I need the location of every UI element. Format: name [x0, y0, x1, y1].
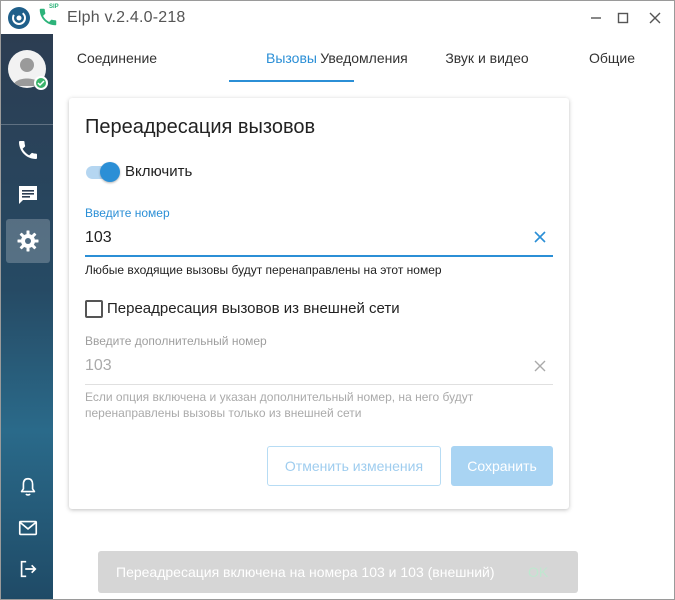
mail-icon: [18, 520, 38, 536]
clear-extra-number-button: [531, 357, 549, 375]
sidebar-item-logout[interactable]: [6, 547, 50, 591]
sidebar-item-chats[interactable]: [6, 173, 50, 217]
status-badge: [34, 76, 48, 90]
sidebar-item-settings[interactable]: [6, 219, 50, 263]
phone-icon: [19, 141, 37, 159]
gear-icon: [17, 230, 39, 252]
tab-general[interactable]: Общие: [563, 34, 661, 82]
active-tab-indicator: [229, 80, 354, 82]
snackbar-ok-button[interactable]: OK: [528, 564, 548, 580]
minimize-icon: [591, 17, 601, 19]
sidebar-item-calls[interactable]: [6, 128, 50, 172]
call-forwarding-card: Переадресация вызовов Включить Введите н…: [69, 98, 569, 509]
app-logo-icon: [8, 7, 30, 29]
logout-icon: [20, 560, 37, 578]
clear-number-button[interactable]: [531, 228, 549, 246]
extra-helper-line-1: Если опция включена и указан дополнитель…: [85, 390, 474, 404]
tab-notifications[interactable]: Уведомления: [308, 34, 420, 82]
maximize-icon: [617, 12, 629, 24]
sip-phone-icon: SIP: [37, 4, 59, 28]
close-icon: [534, 360, 546, 372]
cancel-changes-button[interactable]: Отменить изменения: [267, 446, 441, 486]
enable-toggle[interactable]: [84, 161, 122, 183]
sidebar-divider: [1, 124, 53, 125]
number-field-label: Введите номер: [85, 206, 170, 220]
close-icon: [534, 231, 546, 243]
snackbar: Переадресация включена на номера 103 и 1…: [98, 551, 578, 593]
check-icon: [37, 80, 45, 87]
minimize-button[interactable]: [583, 5, 609, 31]
extra-input-underline: [85, 384, 553, 385]
card-title: Переадресация вызовов: [85, 116, 316, 138]
sip-badge-label: SIP: [49, 4, 59, 10]
title-bar: SIP Elph v.2.4.0-218: [1, 1, 674, 34]
save-button[interactable]: Сохранить: [451, 446, 553, 486]
extra-number-label: Введите дополнительный номер: [85, 334, 267, 348]
maximize-button[interactable]: [610, 5, 636, 31]
number-input-underline: [85, 255, 553, 257]
window-title: Elph v.2.4.0-218: [67, 9, 186, 26]
tab-connection[interactable]: Соединение: [61, 34, 173, 82]
external-forward-checkbox[interactable]: [85, 300, 103, 318]
app-window: SIP Elph v.2.4.0-218 Соединение Вызовы У…: [0, 0, 675, 600]
snackbar-message: Переадресация включена на номера 103 и 1…: [116, 564, 495, 580]
external-forward-label: Переадресация вызовов из внешней сети: [107, 300, 400, 317]
number-helper-text: Любые входящие вызовы будут перенаправле…: [85, 263, 442, 277]
number-input[interactable]: [85, 225, 553, 251]
sidebar-item-mail[interactable]: [6, 506, 50, 550]
chat-icon: [19, 186, 37, 204]
extra-helper-line-2: перенаправлены вызовы только из внешней …: [85, 406, 362, 420]
toggle-label: Включить: [125, 163, 193, 180]
extra-number-input: [85, 353, 553, 379]
settings-tabs: Соединение Вызовы Уведомления Звук и вид…: [53, 34, 674, 82]
close-window-button[interactable]: [642, 5, 668, 31]
tab-sound-video[interactable]: Звук и видео: [431, 34, 543, 82]
toggle-knob: [100, 162, 120, 182]
sidebar-item-notifications[interactable]: [6, 465, 50, 509]
bell-icon: [20, 477, 36, 496]
close-icon: [649, 12, 661, 24]
sidebar: [1, 34, 53, 599]
